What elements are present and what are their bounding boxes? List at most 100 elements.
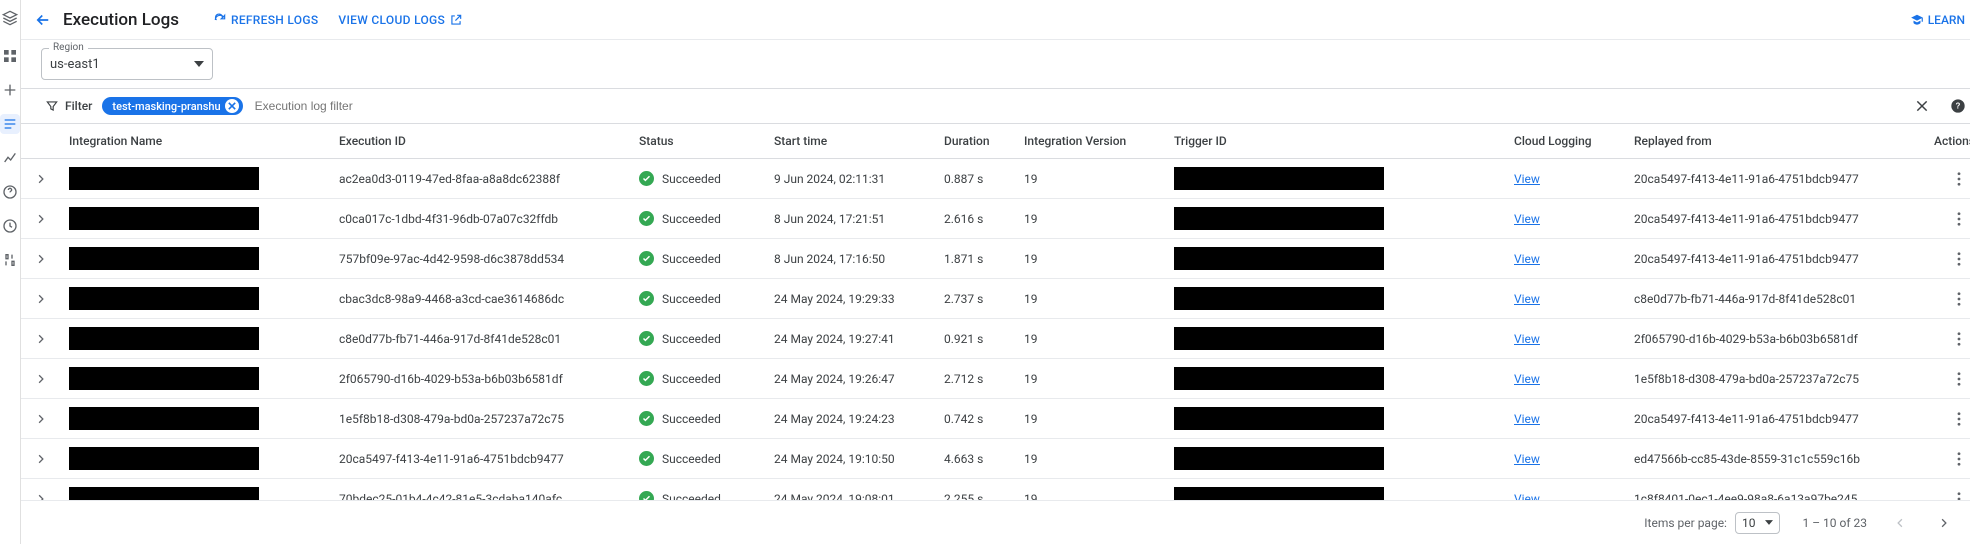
success-icon (639, 251, 654, 266)
nav-item-help[interactable] (0, 182, 20, 202)
execution-id-cell: 2f065790-d16b-4029-b53a-b6b03b6581df (331, 359, 631, 399)
col-duration[interactable]: Duration (936, 124, 1016, 159)
table-row[interactable]: 20ca5497-f413-4e11-91a6-4751bdcb9477 Suc… (21, 439, 1970, 479)
duration-cell: 1.871 s (936, 239, 1016, 279)
left-nav-rail (0, 0, 21, 544)
status-cell: Succeeded (639, 211, 758, 226)
col-integration-version[interactable]: Integration Version (1016, 124, 1166, 159)
table-row[interactable]: 757bf09e-97ac-4d42-9598-d6c3878dd534 Suc… (21, 239, 1970, 279)
table-row[interactable]: 70bdec25-01b4-4c42-81e5-3cdaba140afc Suc… (21, 479, 1970, 501)
back-button[interactable] (29, 6, 57, 34)
cloud-logging-view-link[interactable]: View (1514, 412, 1540, 426)
version-cell: 19 (1016, 319, 1166, 359)
expand-row-button[interactable] (29, 414, 53, 424)
expand-row-button[interactable] (29, 214, 53, 224)
expand-row-button[interactable] (29, 294, 53, 304)
col-execution-id[interactable]: Execution ID (331, 124, 631, 159)
cloud-logging-view-link[interactable]: View (1514, 332, 1540, 346)
table-row[interactable]: 2f065790-d16b-4029-b53a-b6b03b6581df Suc… (21, 359, 1970, 399)
table-row[interactable]: cbac3dc8-98a9-4468-a3cd-cae3614686dc Suc… (21, 279, 1970, 319)
trigger-id-redacted (1174, 287, 1384, 310)
integration-name-redacted (69, 407, 259, 430)
version-cell: 19 (1016, 239, 1166, 279)
page-next-button[interactable] (1933, 512, 1955, 534)
execution-logs-table: Integration Name Execution ID Status Sta… (21, 124, 1970, 500)
replayed-from-cell: 20ca5497-f413-4e11-91a6-4751bdcb9477 (1626, 239, 1926, 279)
row-actions-menu[interactable] (1934, 372, 1970, 386)
learn-button[interactable]: LEARN (1910, 13, 1965, 27)
expand-row-button[interactable] (29, 174, 53, 184)
cloud-logging-view-link[interactable]: View (1514, 252, 1540, 266)
table-row[interactable]: c0ca017c-1dbd-4f31-96db-07a07c32ffdb Suc… (21, 199, 1970, 239)
filter-input[interactable] (253, 98, 453, 114)
status-cell: Succeeded (639, 371, 758, 386)
integration-name-redacted (69, 327, 259, 350)
cloud-logging-view-link[interactable]: View (1514, 212, 1540, 226)
filter-icon (45, 99, 59, 113)
version-cell: 19 (1016, 479, 1166, 501)
col-integration-name[interactable]: Integration Name (61, 124, 331, 159)
refresh-logs-button[interactable]: REFRESH LOGS (203, 7, 328, 33)
cloud-logging-view-link[interactable]: View (1514, 452, 1540, 466)
cloud-logging-view-link[interactable]: View (1514, 372, 1540, 386)
replayed-from-cell: 1c8f8401-0ec1-4ee9-98a8-6a13a97be245 (1626, 479, 1926, 501)
success-icon (639, 371, 654, 386)
version-cell: 19 (1016, 359, 1166, 399)
expand-row-button[interactable] (29, 374, 53, 384)
page-prev-button[interactable] (1889, 512, 1911, 534)
row-actions-menu[interactable] (1934, 212, 1970, 226)
expand-row-button[interactable] (29, 454, 53, 464)
nav-item-triggers[interactable] (0, 80, 20, 100)
view-cloud-logs-label: VIEW CLOUD LOGS (338, 13, 445, 27)
cloud-logging-view-link[interactable]: View (1514, 292, 1540, 306)
status-cell: Succeeded (639, 291, 758, 306)
filter-chip[interactable]: test-masking-pranshu (102, 97, 242, 115)
row-actions-menu[interactable] (1934, 332, 1970, 346)
region-strip: Region us-east1 (21, 40, 1970, 88)
nav-item-dashboard[interactable] (0, 46, 20, 66)
col-status[interactable]: Status (631, 124, 766, 159)
col-start-time[interactable]: Start time (766, 124, 936, 159)
integration-name-redacted (69, 167, 259, 190)
trigger-id-redacted (1174, 367, 1384, 390)
col-trigger-id[interactable]: Trigger ID (1166, 124, 1506, 159)
items-per-page-value: 10 (1742, 516, 1756, 530)
view-cloud-logs-button[interactable]: VIEW CLOUD LOGS (328, 7, 473, 33)
expand-row-button[interactable] (29, 254, 53, 264)
start-time-cell: 8 Jun 2024, 17:16:50 (766, 239, 936, 279)
row-actions-menu[interactable] (1934, 292, 1970, 306)
items-per-page-select[interactable]: 10 (1735, 512, 1781, 534)
table-row[interactable]: 1e5f8b18-d308-479a-bd0a-257237a72c75 Suc… (21, 399, 1970, 439)
nav-item-governance[interactable] (0, 216, 20, 236)
col-replayed-from[interactable]: Replayed from (1626, 124, 1926, 159)
integration-name-redacted (69, 207, 259, 230)
clear-filters-button[interactable] (1911, 95, 1933, 117)
version-cell: 19 (1016, 399, 1166, 439)
execution-id-cell: 20ca5497-f413-4e11-91a6-4751bdcb9477 (331, 439, 631, 479)
start-time-cell: 8 Jun 2024, 17:21:51 (766, 199, 936, 239)
cloud-logging-view-link[interactable]: View (1514, 172, 1540, 186)
status-cell: Succeeded (639, 411, 758, 426)
row-actions-menu[interactable] (1934, 252, 1970, 266)
nav-item-logs[interactable] (0, 114, 20, 134)
table-row[interactable]: ac2ea0d3-0119-47ed-8faa-a8a8dc62388f Suc… (21, 159, 1970, 199)
external-link-icon (449, 13, 463, 27)
row-actions-menu[interactable] (1934, 412, 1970, 426)
region-label: Region (49, 42, 88, 53)
trigger-id-redacted (1174, 487, 1384, 500)
filter-help-button[interactable]: ? (1947, 95, 1969, 117)
col-cloud-logging[interactable]: Cloud Logging (1506, 124, 1626, 159)
start-time-cell: 9 Jun 2024, 02:11:31 (766, 159, 936, 199)
filter-chip-remove[interactable] (225, 99, 239, 113)
nav-item-metrics[interactable] (0, 148, 20, 168)
row-actions-menu[interactable] (1934, 452, 1970, 466)
duration-cell: 0.742 s (936, 399, 1016, 439)
integration-name-redacted (69, 247, 259, 270)
row-actions-menu[interactable] (1934, 492, 1970, 501)
expand-row-button[interactable] (29, 334, 53, 344)
table-row[interactable]: c8e0d77b-fb71-446a-917d-8f41de528c01 Suc… (21, 319, 1970, 359)
cloud-logging-view-link[interactable]: View (1514, 492, 1540, 501)
nav-item-settings[interactable] (0, 250, 20, 270)
row-actions-menu[interactable] (1934, 172, 1970, 186)
page-title: Execution Logs (63, 10, 179, 30)
